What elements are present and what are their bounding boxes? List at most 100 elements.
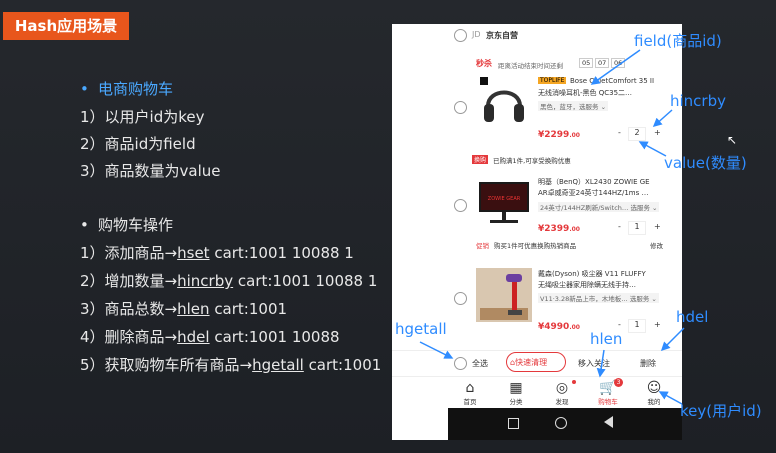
- nav-me[interactable]: ☺ 我的: [634, 380, 674, 406]
- coupon-text: 已购满1件,可享受换购优惠: [493, 157, 571, 165]
- nav-label: 购物车: [598, 398, 618, 406]
- store-radio[interactable]: [454, 29, 467, 42]
- section2-heading-text: 购物车操作: [98, 216, 174, 234]
- move-to-follow-button[interactable]: 移入关注: [578, 358, 610, 369]
- discover-dot-badge: [572, 380, 576, 384]
- item-name[interactable]: 明基（BenQ）XL2430 ZOWIE GE: [538, 177, 650, 187]
- bullet: •: [80, 216, 89, 234]
- op-command: hincrby: [177, 272, 234, 290]
- nav-divider: [392, 376, 682, 377]
- nav-category[interactable]: ▦ 分类: [496, 380, 536, 406]
- item-spec-select[interactable]: 24英寸/144HZ刷新/Switch… 选服务 ⌄: [538, 202, 660, 212]
- bullet: •: [80, 80, 89, 98]
- op-args: cart:1001 10088 1: [209, 244, 354, 262]
- store-name[interactable]: 京东自营: [486, 30, 518, 41]
- price-cents: .00: [569, 324, 580, 331]
- item-spec-select[interactable]: V11·3.28新品上市，木地板… 选服务 ⌄: [538, 293, 659, 303]
- item-name[interactable]: 无绳吸尘器家用除螨无线手持…: [538, 280, 636, 290]
- annotation-hgetall: hgetall: [395, 320, 447, 338]
- item-radio[interactable]: [454, 101, 467, 114]
- user-icon: ☺: [646, 380, 662, 396]
- op-line: 1）添加商品→hset cart:1001 10088 1: [80, 242, 354, 263]
- home-circle-icon[interactable]: [555, 417, 567, 429]
- recents-icon[interactable]: [508, 418, 519, 429]
- op-command: hdel: [177, 328, 210, 346]
- nav-label: 首页: [463, 398, 477, 406]
- qty-input[interactable]: 1: [628, 319, 646, 333]
- countdown-seconds: 06: [611, 58, 626, 68]
- jd-logo: JD: [472, 30, 481, 39]
- vacuum-image[interactable]: [476, 268, 532, 322]
- op-line: 2）增加数量→hincrby cart:1001 10088 1: [80, 270, 377, 291]
- slide: Hash应用场景 • 电商购物车 1）以用户id为key 2）商品id为field…: [0, 0, 776, 453]
- qty-plus-button[interactable]: +: [654, 222, 661, 231]
- phone-cart-screenshot: JD 京东自营 秒杀 距离活动结束时间还剩 05 07 06 TOPLIFE B…: [392, 24, 682, 440]
- qty-input[interactable]: 2: [628, 127, 646, 141]
- annotation-hincrby: hincrby: [670, 92, 726, 110]
- cart-count-badge: 3: [614, 378, 623, 387]
- price-value: ¥2299: [538, 130, 570, 140]
- item-name[interactable]: Bose QuietComfort 35 II: [570, 77, 654, 85]
- section1-item: 1）以用户id为key: [80, 108, 205, 126]
- nav-home[interactable]: ⌂ 首页: [450, 380, 490, 406]
- quick-clean-label: ⌂快速清理: [510, 357, 547, 368]
- op-prefix: 1）添加商品→: [80, 244, 178, 262]
- price-cents: .00: [569, 226, 580, 233]
- op-args: cart:1001: [303, 356, 382, 374]
- annotation-hlen: hlen: [590, 330, 623, 348]
- qty-input[interactable]: 1: [628, 221, 646, 235]
- coupon-tag: 换购: [472, 155, 489, 164]
- home-icon: ⌂: [465, 380, 475, 396]
- op-line: 4）删除商品→hdel cart:1001 10088: [80, 326, 340, 347]
- annotation-value: value(数量): [664, 154, 747, 172]
- flash-label: 秒杀: [476, 59, 492, 68]
- op-args: cart:1001 10088: [209, 328, 340, 346]
- op-command: hset: [177, 244, 210, 262]
- flash-text: 距离活动结束时间还剩: [498, 62, 563, 70]
- item-name[interactable]: 戴森(Dyson) 吸尘器 V11 FLUFFY: [538, 269, 646, 279]
- promo-text: 购买1件可优惠换购热销商品: [494, 242, 577, 250]
- item-name[interactable]: 无线消噪耳机-黑色 QC35二…: [538, 88, 632, 98]
- quick-clean-text: 快速清理: [515, 358, 548, 367]
- qty-minus-button[interactable]: -: [618, 222, 621, 231]
- annotation-key: key(用户id): [680, 402, 762, 420]
- qty-minus-button[interactable]: -: [618, 128, 621, 137]
- qty-minus-button[interactable]: -: [618, 320, 621, 329]
- compass-icon: ◎: [555, 380, 569, 396]
- op-prefix: 5）获取购物车所有商品→: [80, 356, 253, 374]
- back-icon[interactable]: [604, 416, 613, 428]
- op-command: hlen: [177, 300, 210, 318]
- item-price: ¥4990.00: [538, 322, 580, 332]
- select-checkbox[interactable]: [480, 77, 488, 85]
- toplife-tag: TOPLIFE: [538, 77, 567, 84]
- slide-title: Hash应用场景: [3, 12, 129, 40]
- countdown-hours: 05: [579, 58, 594, 68]
- item-price: ¥2299.00: [538, 130, 580, 140]
- select-all-radio[interactable]: [454, 357, 467, 370]
- section1-heading: • 电商购物车: [80, 78, 173, 99]
- item-price: ¥2399.00: [538, 224, 580, 234]
- op-prefix: 4）删除商品→: [80, 328, 178, 346]
- section1-item: 3）商品数量为value: [80, 162, 221, 180]
- section1-item: 2）商品id为field: [80, 135, 196, 153]
- grid-icon: ▦: [509, 380, 523, 396]
- op-prefix: 3）商品总数→: [80, 300, 178, 318]
- annotation-hdel: hdel: [676, 308, 709, 326]
- qty-plus-button[interactable]: +: [654, 320, 661, 329]
- qty-plus-button[interactable]: +: [654, 128, 661, 137]
- nav-label: 发现: [555, 398, 569, 406]
- item-name[interactable]: AR卓威奇亚24英寸144HZ/1ms …: [538, 188, 648, 198]
- item-radio[interactable]: [454, 199, 467, 212]
- item-radio[interactable]: [454, 292, 467, 305]
- promo-tag: 促销: [476, 242, 489, 250]
- nav-discover[interactable]: ◎ 发现: [542, 380, 582, 406]
- select-all-label[interactable]: 全选: [472, 358, 488, 369]
- footer-divider: [392, 350, 682, 351]
- op-line: 5）获取购物车所有商品→hgetall cart:1001: [80, 354, 381, 375]
- section1-heading-text: 电商购物车: [98, 80, 174, 98]
- delete-button[interactable]: 删除: [640, 358, 656, 369]
- op-prefix: 2）增加数量→: [80, 272, 178, 290]
- item-spec-select[interactable]: 黑色，蓝牙，选服务 ⌄: [538, 101, 609, 111]
- promo-modify-link[interactable]: 修改: [650, 240, 663, 250]
- monitor-image[interactable]: ZOWIE GEAR: [476, 176, 532, 228]
